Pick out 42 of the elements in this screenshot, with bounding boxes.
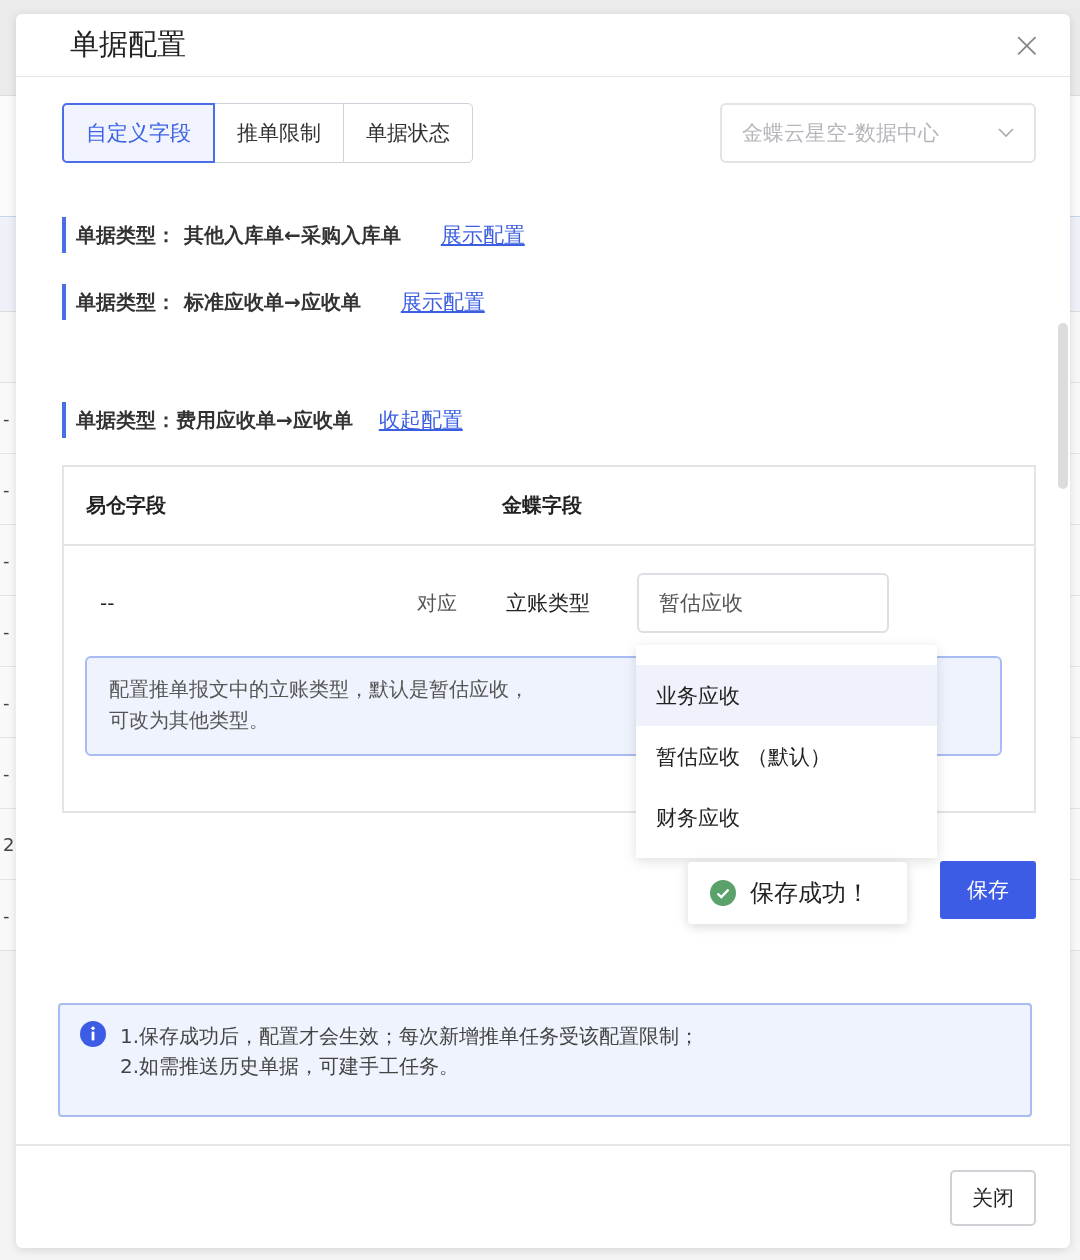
field-label: 单据类型： (76, 221, 176, 249)
config-link[interactable]: 收起配置 (378, 406, 463, 435)
info-icon (80, 1021, 106, 1048)
tab[interactable]: 单据状态 (343, 103, 473, 164)
tab[interactable]: 自定义字段 (62, 103, 215, 164)
column-header: 金蝶字段 (502, 492, 582, 520)
table-cell: - (3, 620, 10, 642)
table-cell-text: -- (100, 591, 116, 616)
close-button[interactable]: × (1011, 27, 1042, 64)
field-label: 单据类型： (76, 406, 176, 434)
table-cell: - (3, 762, 10, 784)
toast-message: 保存成功！ (750, 878, 870, 909)
save-button[interactable]: 保存 (940, 861, 1036, 920)
config-link[interactable]: 展示配置 (400, 288, 485, 317)
dropdown-option[interactable]: 业务应收 (636, 665, 937, 726)
field-label: 单据类型： (76, 288, 176, 316)
check-circle-icon (710, 880, 736, 906)
config-link[interactable]: 展示配置 (440, 221, 525, 250)
notice-text: 1.保存成功后，配置才会生效；每次新增推单任务受该配置限制； (120, 1023, 700, 1051)
table-cell: - (3, 478, 10, 500)
table-cell-text: 立账类型 (506, 590, 591, 618)
scrollbar-thumb[interactable] (1058, 323, 1068, 490)
table-cell: - (3, 904, 10, 926)
doc-type-name: 费用应收单→应收单 (176, 406, 353, 434)
dialog-title: 单据配置 (70, 26, 186, 64)
hint-text: 可改为其他类型。 (109, 707, 269, 735)
column-header: 易仓字段 (86, 492, 167, 520)
type-select[interactable]: 暂估应收 (637, 573, 889, 634)
doc-type-name: 标准应收单→应收单 (184, 288, 361, 316)
notice-text: 2.如需推送历史单据，可建手工任务。 (120, 1053, 461, 1081)
table-cell: - (3, 407, 10, 429)
hint-text: 配置推单报文中的立账类型，默认是暂估应收， (109, 676, 529, 704)
table-cell: - (3, 549, 10, 571)
dropdown-option[interactable]: 暂估应收 （默认） (636, 726, 937, 787)
close-button[interactable]: 关闭 (950, 1170, 1036, 1227)
tab[interactable]: 推单限制 (214, 103, 344, 164)
table-cell: - (3, 691, 10, 713)
chevron-down-icon (998, 128, 1014, 139)
table-cell: 2 (3, 833, 15, 855)
doc-type-name: 其他入库单←采购入库单 (184, 221, 401, 249)
table-cell-text: 对应 (417, 589, 458, 617)
dropdown-option[interactable]: 财务应收 (636, 787, 937, 848)
